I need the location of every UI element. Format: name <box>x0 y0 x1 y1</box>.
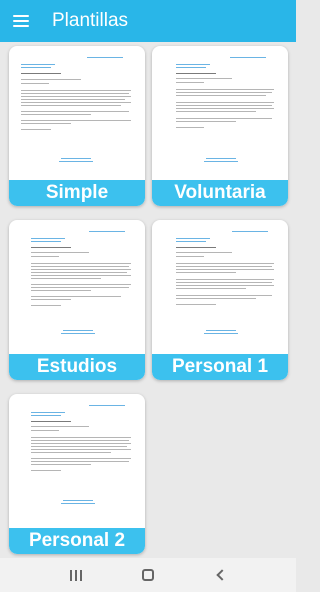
document-preview <box>9 46 145 180</box>
home-button[interactable] <box>133 563 163 587</box>
template-card-personal-1[interactable]: Personal 1 <box>152 220 288 380</box>
document-preview <box>152 46 288 180</box>
template-label: Personal 1 <box>152 354 288 380</box>
template-card-personal-2[interactable]: Personal 2 <box>9 394 145 554</box>
template-grid: Simple Voluntaria Estudios Personal 1 Pe… <box>0 42 296 558</box>
template-card-estudios[interactable]: Estudios <box>9 220 145 380</box>
home-icon <box>142 569 154 581</box>
back-icon <box>216 569 228 581</box>
back-button[interactable] <box>205 563 235 587</box>
template-label: Simple <box>9 180 145 206</box>
document-preview <box>9 394 145 528</box>
app-bar: Plantillas <box>0 0 296 42</box>
menu-icon[interactable] <box>13 15 29 27</box>
document-preview <box>9 220 145 354</box>
template-label: Personal 2 <box>9 528 145 554</box>
template-card-voluntaria[interactable]: Voluntaria <box>152 46 288 206</box>
template-label: Estudios <box>9 354 145 380</box>
system-nav-bar <box>0 558 296 592</box>
recents-button[interactable] <box>61 563 91 587</box>
app-title: Plantillas <box>52 10 129 31</box>
template-card-simple[interactable]: Simple <box>9 46 145 206</box>
recents-icon <box>70 569 82 581</box>
document-preview <box>152 220 288 354</box>
template-label: Voluntaria <box>152 180 288 206</box>
